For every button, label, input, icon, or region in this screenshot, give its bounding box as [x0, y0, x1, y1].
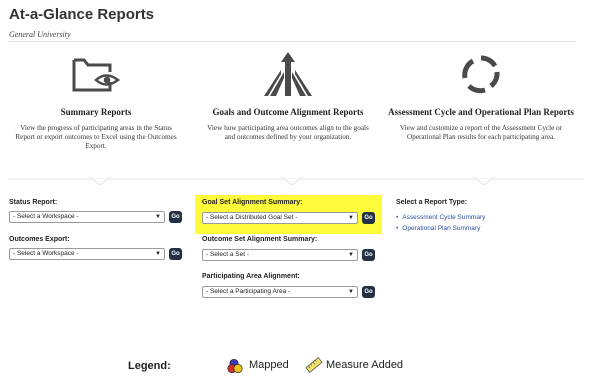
outcome-set-alignment-label: Outcome Set Alignment Summary: — [202, 236, 318, 243]
ruler-icon — [305, 357, 323, 373]
cycle-icon — [385, 48, 577, 100]
link-label: Operational Plan Summary — [402, 225, 481, 232]
section-divider — [8, 178, 584, 186]
goal-set-alignment-label: Goal Set Alignment Summary: — [202, 199, 303, 206]
cycle-reports-panel: Assessment Cycle and Operational Plan Re… — [385, 48, 577, 142]
status-report-select-value: - Select a Workspace - — [13, 213, 79, 220]
link-label: Assessment Cycle Summary — [402, 214, 486, 221]
legend-measure-added: Measure Added — [326, 359, 404, 371]
status-report-label: Status Report: — [9, 199, 58, 206]
participating-area-select-value: - Select a Participating Area - — [206, 288, 291, 295]
outcomes-export-label: Outcomes Export: — [9, 236, 70, 243]
participating-area-go-button[interactable]: Go — [362, 286, 375, 298]
header-divider — [8, 41, 576, 42]
report-type-label: Select a Report Type: — [396, 199, 468, 206]
cycle-reports-title: Assessment Cycle and Operational Plan Re… — [388, 107, 574, 117]
participating-area-select[interactable]: - Select a Participating Area - ▼ — [202, 286, 358, 298]
outcome-set-select-value: - Select a Set - — [206, 251, 249, 258]
goal-set-select[interactable]: - Select a Distributed Goal Set - ▼ — [202, 212, 358, 224]
alignment-reports-title: Goals and Outcome Alignment Reports — [212, 107, 364, 117]
chevron-down-icon: ▼ — [155, 251, 161, 257]
legend-mapped: Mapped — [249, 359, 289, 371]
page-title: At-a-Glance Reports — [9, 6, 155, 23]
alignment-reports-description: View how participating area outcomes ali… — [207, 124, 369, 142]
chevron-down-icon: ▼ — [348, 215, 354, 221]
organization-name: General University — [9, 30, 71, 39]
alignment-reports-panel: Goals and Outcome Alignment Reports View… — [192, 48, 384, 142]
status-report-select[interactable]: - Select a Workspace - ▼ — [9, 211, 165, 223]
outcomes-export-select[interactable]: - Select a Workspace - ▼ — [9, 248, 165, 260]
chevron-down-icon: ▼ — [348, 289, 354, 295]
converging-arrows-icon — [192, 48, 384, 100]
mapped-icon — [227, 358, 243, 374]
goal-set-go-button[interactable]: Go — [362, 212, 375, 224]
assessment-cycle-summary-link[interactable]: • Assessment Cycle Summary — [396, 214, 485, 221]
legend-label: Legend: — [128, 360, 171, 372]
summary-reports-panel: Summary Reports View the progress of par… — [0, 48, 192, 152]
outcomes-export-go-button[interactable]: Go — [169, 248, 182, 260]
summary-reports-title: Summary Reports — [60, 107, 132, 117]
status-report-go-button[interactable]: Go — [169, 211, 182, 223]
outcomes-export-select-value: - Select a Workspace - — [13, 250, 79, 257]
folder-eye-icon — [0, 48, 192, 100]
goal-set-select-value: - Select a Distributed Goal Set - — [206, 214, 298, 221]
chevron-down-icon: ▼ — [155, 214, 161, 220]
summary-reports-description: View the progress of participating areas… — [15, 124, 177, 151]
cycle-reports-description: View and customize a report of the Asses… — [399, 124, 563, 142]
outcome-set-go-button[interactable]: Go — [362, 249, 375, 261]
participating-area-label: Participating Area Alignment: — [202, 273, 300, 280]
operational-plan-summary-link[interactable]: • Operational Plan Summary — [396, 225, 480, 232]
outcome-set-select[interactable]: - Select a Set - ▼ — [202, 249, 358, 261]
chevron-down-icon: ▼ — [348, 252, 354, 258]
